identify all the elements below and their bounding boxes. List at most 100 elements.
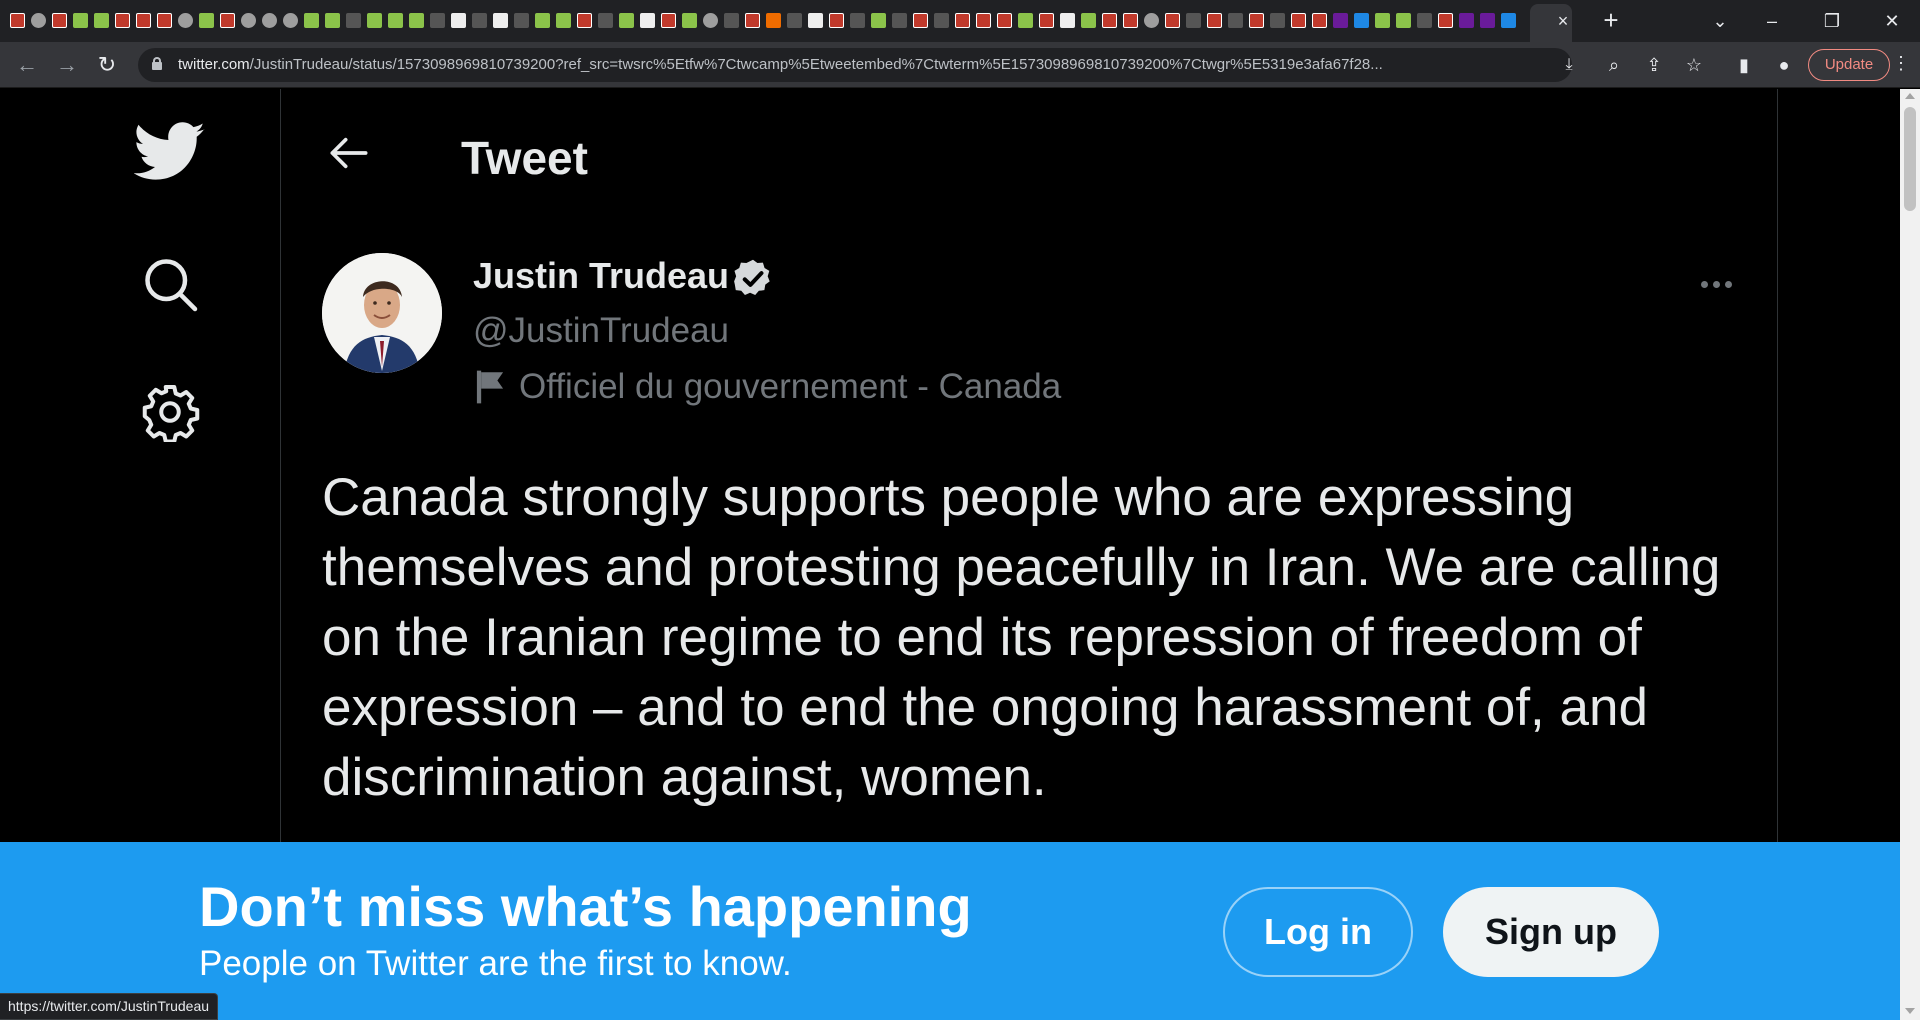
restore-icon[interactable]: ❐	[1812, 6, 1852, 36]
page-scrollbar[interactable]	[1900, 89, 1920, 1020]
url-text[interactable]: twitter.com/JustinTrudeau/status/1573098…	[178, 56, 1478, 73]
author-name[interactable]: Justin Trudeau	[473, 255, 729, 297]
reload-icon[interactable]: ↻	[92, 50, 122, 80]
settings-icon[interactable]	[130, 372, 210, 452]
tab-favicon[interactable]	[1270, 13, 1285, 28]
install-app-icon[interactable]: ⤓	[1558, 54, 1580, 76]
tab-favicon[interactable]	[1249, 13, 1264, 28]
tab-favicon[interactable]	[1417, 13, 1432, 28]
tab-favicon[interactable]	[367, 13, 382, 28]
tab-favicon[interactable]	[703, 13, 718, 28]
tab-favicon[interactable]	[682, 13, 697, 28]
tab-favicon[interactable]	[850, 13, 865, 28]
tab-favicon[interactable]	[1312, 13, 1327, 28]
tab-favicon[interactable]	[1081, 13, 1096, 28]
bookmark-star-icon[interactable]: ☆	[1682, 53, 1706, 77]
tab-favicon[interactable]	[241, 13, 256, 28]
tab-favicon[interactable]	[1165, 13, 1180, 28]
tab-search-icon[interactable]: ⌄	[1700, 6, 1740, 36]
tab-favicon[interactable]	[1480, 13, 1495, 28]
tab-favicon[interactable]	[388, 13, 403, 28]
tab-favicon[interactable]	[115, 13, 130, 28]
tab-favicon[interactable]	[598, 13, 613, 28]
tab-favicon[interactable]	[1207, 13, 1222, 28]
minimize-icon[interactable]: –	[1752, 6, 1792, 36]
tab-favicon[interactable]	[1228, 13, 1243, 28]
tab-favicon[interactable]	[262, 13, 277, 28]
tab-favicon[interactable]	[514, 13, 529, 28]
search-icon[interactable]	[130, 244, 210, 324]
tab-favicon[interactable]	[1501, 13, 1516, 28]
avatar[interactable]	[322, 253, 442, 373]
tab-close-icon[interactable]: ×	[1552, 10, 1574, 32]
tab-favicon[interactable]	[1144, 13, 1159, 28]
tab-favicon[interactable]	[409, 13, 424, 28]
tab-favicon[interactable]	[178, 13, 193, 28]
tab-favicon[interactable]	[283, 13, 298, 28]
tab-favicon[interactable]	[1354, 13, 1369, 28]
tab-favicon[interactable]	[31, 13, 46, 28]
tab-favicon[interactable]	[1375, 13, 1390, 28]
tab-favicon[interactable]	[199, 13, 214, 28]
tab-favicon[interactable]	[430, 13, 445, 28]
tab-favicon[interactable]	[346, 13, 361, 28]
tab-favicon[interactable]	[640, 13, 655, 28]
tab-favicon[interactable]	[829, 13, 844, 28]
tab-favicon[interactable]	[724, 13, 739, 28]
tab-favicon[interactable]	[577, 13, 592, 28]
zoom-icon[interactable]: ⌕	[1602, 53, 1626, 77]
tab-favicon[interactable]	[787, 13, 802, 28]
tab-favicon[interactable]	[661, 13, 676, 28]
tab-favicon[interactable]	[10, 13, 25, 28]
sign-up-button[interactable]: Sign up	[1443, 887, 1659, 977]
tab-favicon[interactable]	[871, 13, 886, 28]
tab-favicon[interactable]	[997, 13, 1012, 28]
tab-favicon[interactable]	[220, 13, 235, 28]
tab-favicon[interactable]	[1102, 13, 1117, 28]
side-panel-icon[interactable]: ▮	[1732, 53, 1756, 77]
tab-favicon[interactable]	[535, 13, 550, 28]
forward-icon[interactable]: →	[52, 50, 82, 80]
address-bar[interactable]: twitter.com/JustinTrudeau/status/1573098…	[138, 48, 1573, 82]
share-icon[interactable]: ⇪	[1642, 53, 1666, 77]
tab-favicon[interactable]	[1459, 13, 1474, 28]
tab-favicon[interactable]	[157, 13, 172, 28]
scroll-up-icon[interactable]	[1905, 93, 1915, 99]
tab-favicon[interactable]	[136, 13, 151, 28]
tab-favicon[interactable]	[493, 13, 508, 28]
update-button[interactable]: Update	[1808, 49, 1890, 81]
tab-favicon[interactable]	[1396, 13, 1411, 28]
tab-favicon[interactable]	[808, 13, 823, 28]
more-options-icon[interactable]	[1691, 269, 1741, 299]
lock-icon[interactable]	[152, 57, 162, 70]
tab-favicon[interactable]	[619, 13, 634, 28]
twitter-logo-icon[interactable]	[130, 112, 210, 192]
tab-favicon[interactable]	[1060, 13, 1075, 28]
tab-favicon[interactable]	[913, 13, 928, 28]
back-icon[interactable]: ←	[12, 50, 42, 80]
new-tab-button[interactable]: +	[1598, 7, 1624, 34]
tab-favicon[interactable]	[472, 13, 487, 28]
author-handle[interactable]: @JustinTrudeau	[473, 311, 729, 351]
scroll-thumb[interactable]	[1904, 107, 1916, 211]
back-arrow-icon[interactable]	[321, 125, 377, 181]
tab-favicon[interactable]	[73, 13, 88, 28]
window-close-icon[interactable]: ✕	[1872, 6, 1912, 36]
tab-favicon[interactable]	[955, 13, 970, 28]
tab-favicon[interactable]	[934, 13, 949, 28]
tab-favicon[interactable]	[325, 13, 340, 28]
tab-favicon[interactable]	[1333, 13, 1348, 28]
browser-menu-icon[interactable]: ⋮	[1892, 53, 1910, 74]
tab-favicon[interactable]	[1186, 13, 1201, 28]
tab-favicon[interactable]	[451, 13, 466, 28]
tab-favicon[interactable]	[304, 13, 319, 28]
tab-favicon[interactable]	[1039, 13, 1054, 28]
tab-favicon[interactable]	[745, 13, 760, 28]
tab-favicon[interactable]	[976, 13, 991, 28]
tab-favicon[interactable]	[1018, 13, 1033, 28]
tab-favicon[interactable]	[1291, 13, 1306, 28]
tab-favicon[interactable]	[52, 13, 67, 28]
tab-favicon[interactable]	[1123, 13, 1138, 28]
log-in-button[interactable]: Log in	[1223, 887, 1413, 977]
tab-favicon[interactable]	[1438, 13, 1453, 28]
